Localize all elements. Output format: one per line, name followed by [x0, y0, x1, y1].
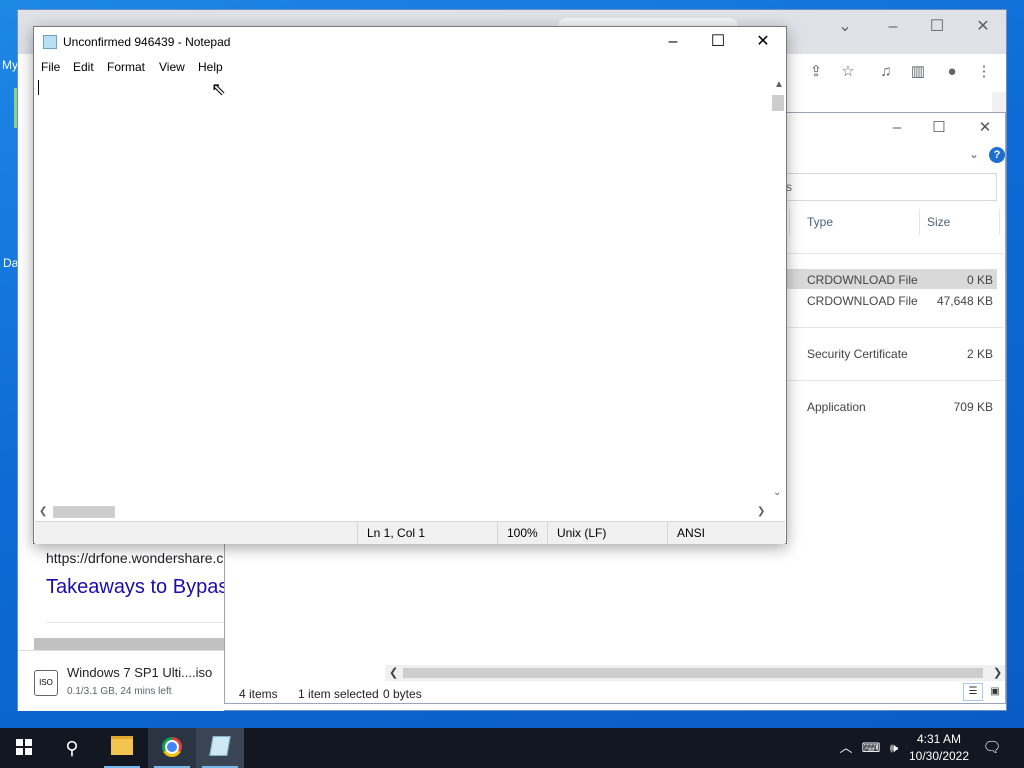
- taskbar: ⚲ ︿ ⌨ 🕪 4:31 AM 10/30/2022 🗨: [0, 728, 1024, 768]
- file-type: Application: [807, 400, 866, 414]
- ribbon-expand-chevron-icon[interactable]: ⌄: [969, 147, 979, 161]
- share-icon[interactable]: ⇪: [806, 62, 826, 82]
- clock-date: 10/30/2022: [908, 749, 970, 763]
- show-hidden-icons-chevron-icon[interactable]: ︿: [836, 728, 856, 768]
- media-icon[interactable]: ♫: [876, 62, 896, 82]
- column-divider[interactable]: [919, 209, 920, 235]
- search-result-title[interactable]: Takeaways to Bypas: [46, 576, 228, 599]
- search-input[interactable]: s: [781, 173, 997, 201]
- scroll-down-icon[interactable]: ⌄: [773, 485, 781, 501]
- text-caret: [38, 80, 39, 95]
- file-size: 47,648 KB: [936, 294, 993, 308]
- menu-format[interactable]: Format: [107, 60, 145, 74]
- file-row[interactable]: CRDOWNLOAD File 47,648 KB: [787, 290, 997, 310]
- large-icons-view-icon[interactable]: ▣: [985, 683, 1005, 701]
- star-icon[interactable]: ☆: [838, 62, 858, 82]
- close-icon[interactable]: ✕: [968, 16, 998, 38]
- menu-help[interactable]: Help: [198, 60, 223, 74]
- search-icon[interactable]: ⚲: [48, 728, 96, 768]
- file-size: 709 KB: [953, 400, 993, 414]
- download-filename[interactable]: Windows 7 SP1 Ulti....iso: [67, 665, 212, 680]
- minimize-icon[interactable]: –: [650, 27, 696, 57]
- file-size: 2 KB: [966, 347, 993, 361]
- file-row[interactable]: Application 709 KB: [787, 396, 997, 416]
- status-zoom: 100%: [497, 522, 547, 544]
- file-size: 0 KB: [966, 273, 993, 287]
- profile-icon[interactable]: ●: [942, 62, 962, 82]
- start-button[interactable]: [0, 728, 48, 768]
- network-icon[interactable]: ⌨: [860, 728, 882, 768]
- tab-search-chevron-icon[interactable]: ⌄: [830, 16, 860, 38]
- window-title: Unconfirmed 946439 - Notepad: [63, 35, 231, 49]
- file-type: CRDOWNLOAD File: [807, 273, 918, 287]
- horizontal-scrollbar[interactable]: ❮ ❯: [35, 503, 770, 521]
- column-header-size[interactable]: Size: [927, 215, 950, 229]
- help-icon[interactable]: ?: [989, 147, 1005, 163]
- minimize-icon[interactable]: –: [878, 16, 908, 38]
- mouse-pointer-icon: ⇖: [211, 79, 227, 99]
- windows-logo-icon: [16, 739, 32, 755]
- scroll-left-icon[interactable]: ❮: [389, 665, 398, 681]
- horizontal-scrollbar[interactable]: [34, 638, 224, 650]
- search-result-url[interactable]: https://drfone.wondershare.c: [46, 550, 223, 566]
- chrome-taskbar-button[interactable]: [148, 728, 196, 768]
- more-icon[interactable]: ⋮: [974, 62, 994, 82]
- close-icon[interactable]: ✕: [740, 27, 786, 57]
- details-view-icon[interactable]: ☰: [963, 683, 983, 701]
- notepad-icon: [209, 736, 231, 756]
- scroll-right-icon[interactable]: ❯: [757, 504, 765, 520]
- sidepanel-icon[interactable]: ▥: [908, 62, 928, 82]
- maximize-icon[interactable]: ☐: [922, 16, 952, 38]
- desktop-icon-label[interactable]: Da: [3, 256, 18, 270]
- group-divider: [785, 380, 1003, 381]
- status-item-count: 4 items: [239, 687, 278, 701]
- file-type: Security Certificate: [807, 347, 908, 361]
- file-type: CRDOWNLOAD File: [807, 294, 918, 308]
- group-divider: [785, 327, 1003, 328]
- scroll-left-icon[interactable]: ❮: [39, 504, 47, 520]
- notification-icon[interactable]: 🗨: [980, 728, 1004, 768]
- vertical-scrollbar[interactable]: ▲ ⌄: [770, 77, 786, 503]
- clock[interactable]: 4:31 AM 10/30/2022: [906, 731, 972, 765]
- horizontal-scrollbar[interactable]: ❮ ❯: [385, 665, 1005, 681]
- menu-file[interactable]: File: [41, 60, 60, 74]
- status-encoding: ANSI: [667, 522, 767, 544]
- notepad-taskbar-button[interactable]: [196, 728, 244, 768]
- column-divider[interactable]: [789, 209, 790, 235]
- file-explorer-taskbar-button[interactable]: [98, 728, 146, 768]
- file-row[interactable]: CRDOWNLOAD File 0 KB: [787, 269, 997, 289]
- chrome-icon: [162, 737, 182, 757]
- volume-icon[interactable]: 🕪: [884, 728, 904, 768]
- minimize-icon[interactable]: –: [875, 115, 919, 141]
- scrollbar-thumb[interactable]: [53, 506, 115, 518]
- scrollbar-thumb[interactable]: [772, 95, 784, 111]
- scroll-up-icon[interactable]: ▲: [774, 77, 784, 93]
- file-row[interactable]: Security Certificate 2 KB: [787, 343, 997, 363]
- column-header-type[interactable]: Type: [807, 215, 833, 229]
- menu-edit[interactable]: Edit: [73, 60, 94, 74]
- menu-view[interactable]: View: [159, 60, 185, 74]
- status-position: Ln 1, Col 1: [357, 522, 497, 544]
- download-status: 0.1/3.1 GB, 24 mins left: [67, 686, 172, 697]
- scrollbar-thumb[interactable]: [403, 668, 983, 678]
- maximize-icon[interactable]: ☐: [695, 27, 741, 57]
- text-editor-area[interactable]: [35, 77, 769, 503]
- column-divider[interactable]: [999, 209, 1000, 235]
- clock-time: 4:31 AM: [916, 732, 962, 746]
- folder-icon: [111, 736, 133, 755]
- maximize-icon[interactable]: ☐: [917, 115, 961, 141]
- scroll-right-icon[interactable]: ❯: [993, 665, 1002, 681]
- notepad-window: Unconfirmed 946439 - Notepad – ☐ ✕ File …: [33, 26, 787, 544]
- status-bar: Ln 1, Col 1 100% Unix (LF) ANSI: [35, 521, 785, 544]
- group-divider: [785, 253, 1003, 254]
- notepad-icon: [43, 35, 57, 49]
- divider: [46, 622, 226, 623]
- status-selected: 1 item selected: [298, 687, 379, 701]
- desktop-icon-label[interactable]: My: [2, 58, 18, 72]
- close-icon[interactable]: ✕: [963, 115, 1007, 141]
- status-line-ending: Unix (LF): [547, 522, 667, 544]
- status-bytes: 0 bytes: [383, 687, 422, 701]
- iso-file-icon[interactable]: ISO: [34, 670, 58, 696]
